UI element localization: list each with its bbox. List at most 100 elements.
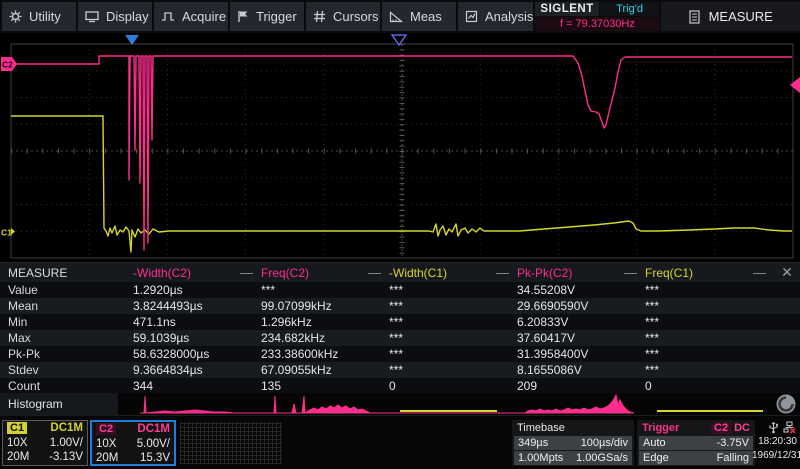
cell: *** [389,283,517,297]
c1-offset: -3.13V [49,451,83,463]
trigger-status-badge: Trig'd [600,2,660,16]
menu-item-label: Cursors [333,9,379,24]
measure-table-title: MEASURE [0,266,133,280]
histogram-strip: Histogram [0,393,800,415]
descriptor-grip-texture [180,422,282,464]
cell: 344 [133,379,261,393]
history-button[interactable] [777,395,796,414]
menu-item-display[interactable]: Display [78,2,152,31]
histogram-label: Histogram [0,393,118,415]
table-row-count: Count 344 135 0 209 0 [0,378,800,394]
timebase-descriptor[interactable]: Timebase 349µs 100µs/div 1.00Mpts 1.00GS… [512,420,634,466]
close-icon[interactable]: ✕ [774,264,800,281]
menu-item-trigger[interactable]: Trigger [230,2,304,31]
column-header-freq-c2[interactable]: Freq(C2) — [261,266,389,280]
menu-item-analysis[interactable]: Analysis [458,2,533,31]
menu-item-label: Display [106,9,149,24]
column-header-pkpk-c2[interactable]: Pk-Pk(C2) — [517,266,645,280]
timebase-memory: 1.00Mpts [518,452,563,464]
menu-item-meas[interactable]: Meas [382,2,456,31]
menu-item-label: Acquire [182,9,226,24]
cell: 209 [517,379,645,393]
cell: *** [645,331,774,345]
c1-bandwidth: 20M [7,451,29,463]
cursors-icon [313,10,326,23]
cell: 67.09055kHz [261,363,389,377]
svg-text:C1: C1 [1,228,12,238]
c2-offset: 15.3V [140,452,170,464]
column-header-freq-c1[interactable]: Freq(C1) — [645,266,774,280]
trigger-slope: Falling [717,452,749,464]
menu-item-label: Trigger [256,9,297,24]
remove-column-icon[interactable]: — [753,268,766,278]
clock-date: 1969/12/31 [752,449,798,463]
cell: 1.296kHz [261,315,389,329]
menu-item-cursors[interactable]: Cursors [306,2,380,31]
svg-text:C2: C2 [2,60,13,70]
c1-channel-badge[interactable]: C1 [1,228,15,238]
channel-descriptor-c1[interactable]: C1 DC1M 10X 1.00V/ 20M -3.13V [2,420,88,466]
panel-title-label: MEASURE [709,9,773,24]
menu-item-acquire[interactable]: Acquire [154,2,228,31]
menu-item-utility[interactable]: Utility [2,2,76,31]
cell: 3.8244493µs [133,299,261,313]
table-row-min: Min 471.1ns 1.296kHz *** 6.20833V *** [0,314,800,330]
graticule: C2 C1 [0,33,800,262]
oscilloscope-screen: Utility Display Acquire Trigger [0,0,800,469]
cell: 59.1039µs [133,331,261,345]
active-panel-title[interactable]: MEASURE [661,2,800,31]
cell: 0 [389,379,517,393]
cell: 34.55208V [517,283,645,297]
column-header-width-c1[interactable]: -Width(C1) — [389,266,517,280]
c1-coupling: DC1M [50,422,83,434]
measure-table-header: MEASURE -Width(C2) — Freq(C2) — -Width(C… [0,262,800,282]
table-row-max: Max 59.1039µs 234.682kHz *** 37.60417V *… [0,330,800,346]
cell: 135 [261,379,389,393]
cell: *** [389,299,517,313]
cell: *** [645,283,774,297]
cell: 234.682kHz [261,331,389,345]
trigger-source: C2 [711,422,731,434]
remove-column-icon[interactable]: — [240,268,253,278]
flag-icon [237,10,249,23]
measure-panel-icon [689,10,700,24]
trigger-level-marker[interactable] [790,77,800,93]
cell: *** [645,363,774,377]
column-header-width-c2[interactable]: -Width(C2) — [133,266,261,280]
trigger-descriptor[interactable]: Trigger C2 DC Auto -3.75V Edge Falling [637,420,755,466]
channel-descriptor-c2[interactable]: C2 DC1M 10X 5.00V/ 20M 15.3V [90,420,176,466]
histogram-c2 [140,395,634,413]
menu-item-label: Utility [29,9,61,24]
waveform-display: C2 C1 [0,33,800,262]
remove-column-icon[interactable]: — [624,268,637,278]
usb-icon [768,421,779,434]
trigger-level: -3.75V [717,437,749,449]
cell: *** [261,283,389,297]
cell: *** [645,315,774,329]
c1-vertical-scale: 1.00V/ [50,437,83,449]
display-icon [85,10,99,23]
cell: *** [389,363,517,377]
timebase-sample-rate: 1.00GSa/s [576,452,628,464]
cell: 6.20833V [517,315,645,329]
cell: *** [645,299,774,313]
trigger-type: Edge [643,452,669,464]
menu-item-label: Analysis [485,9,533,24]
timebase-delay: 349µs [518,437,548,449]
remove-column-icon[interactable]: — [368,268,381,278]
c2-channel-badge[interactable]: C2 [1,57,17,71]
brand-logo: SIGLENT [535,2,598,16]
cell: 471.1ns [133,315,261,329]
menu-bar: Utility Display Acquire Trigger [0,0,800,33]
trigger-mode: Auto [643,437,666,449]
frequency-counter: f = 79.37030Hz [535,17,659,31]
trigger-title: Trigger [642,422,679,434]
remove-column-icon[interactable]: — [496,268,509,278]
cell: 58.6328000µs [133,347,261,361]
cell: *** [645,347,774,361]
c2-label-chip: C2 [96,423,116,435]
c2-vertical-scale: 5.00V/ [137,438,170,450]
bottom-bar: C1 DC1M 10X 1.00V/ 20M -3.13V C2 DC1M 10… [0,415,800,469]
cell: *** [389,347,517,361]
lan-disconnected-icon [783,421,796,434]
